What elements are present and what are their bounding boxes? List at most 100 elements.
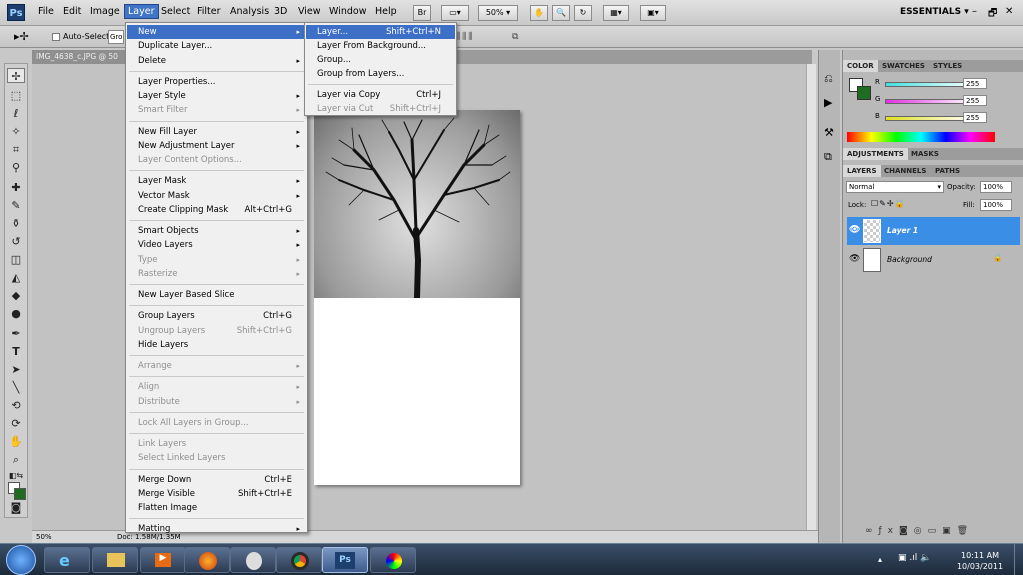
firefox-icon[interactable] xyxy=(184,547,230,573)
hand-tool-icon[interactable]: ✋ xyxy=(530,5,548,21)
crop-tool-icon[interactable]: ⌗ xyxy=(7,142,25,157)
menu-analysis[interactable]: Analysis xyxy=(230,6,269,17)
layer-menu-item-smart-filter[interactable]: Smart Filter ▸ xyxy=(127,103,306,117)
b-value[interactable]: 255 xyxy=(963,112,987,123)
eye-icon[interactable]: 👁 xyxy=(849,254,860,264)
screen-mode-button[interactable]: ▭▾ xyxy=(441,5,469,21)
new-submenu-item-layer[interactable]: Layer... Shift+Ctrl+N xyxy=(306,25,455,39)
layer-menu-item-video-layers[interactable]: Video Layers ▸ xyxy=(127,238,306,252)
layer-menu-item-layer-content-options[interactable]: Layer Content Options... xyxy=(127,153,306,167)
clone-source-icon[interactable]: ⧉ xyxy=(824,150,832,164)
messenger-icon[interactable] xyxy=(230,547,276,573)
menu-3d[interactable]: 3D xyxy=(274,6,287,17)
menu-window[interactable]: Window xyxy=(329,6,366,17)
layer-menu-item-delete[interactable]: Delete ▸ xyxy=(127,54,306,68)
layer-menu-item-layer-style[interactable]: Layer Style ▸ xyxy=(127,89,306,103)
layer-row-background[interactable]: 👁 Background 🔒 xyxy=(847,246,1020,274)
chrome-icon[interactable] xyxy=(276,547,322,573)
tab-color[interactable]: COLOR xyxy=(843,60,878,72)
tab-paths[interactable]: PATHS xyxy=(931,165,964,177)
history-brush-icon[interactable]: ↺ xyxy=(7,234,25,249)
internet-explorer-icon[interactable]: e xyxy=(44,547,90,573)
blend-mode-dropdown[interactable]: Normal ▾ xyxy=(846,181,944,193)
layer-menu-item-align[interactable]: Align ▸ xyxy=(127,380,306,394)
new-submenu-item-layer-from-background[interactable]: Layer From Background... xyxy=(306,39,455,53)
b-slider[interactable] xyxy=(885,116,975,121)
layer-menu-item-ungroup-layers[interactable]: Ungroup Layers Shift+Ctrl+G xyxy=(127,324,306,338)
rotate-view-icon[interactable]: ↻ xyxy=(574,5,592,21)
menu-help[interactable]: Help xyxy=(375,6,397,17)
layer-menu-item-distribute[interactable]: Distribute ▸ xyxy=(127,395,306,409)
bridge-button[interactable]: Br xyxy=(413,5,431,21)
layer-menu-item-flatten-image[interactable]: Flatten Image xyxy=(127,501,306,515)
document-canvas[interactable] xyxy=(314,110,520,485)
layer-menu-item-select-linked-layers[interactable]: Select Linked Layers xyxy=(127,451,306,465)
fill-field[interactable]: 100% xyxy=(980,199,1012,211)
layer-menu-item-arrange[interactable]: Arrange ▸ xyxy=(127,359,306,373)
status-zoom[interactable]: 50% xyxy=(36,533,52,541)
menu-edit[interactable]: Edit xyxy=(63,6,81,17)
vertical-scrollbar[interactable] xyxy=(806,64,816,530)
tool-presets-icon[interactable]: ⚒ xyxy=(824,126,834,139)
auto-select-dropdown[interactable]: Grou xyxy=(108,30,124,44)
document-tab[interactable]: IMG_4638_c.JPG @ 50 xyxy=(32,50,132,64)
auto-select-checkbox[interactable] xyxy=(52,33,60,41)
media-player-icon[interactable]: ▶ xyxy=(140,547,186,573)
photoshop-taskbar-icon[interactable]: Ps xyxy=(322,547,368,573)
lasso-tool-icon[interactable]: ℓ xyxy=(7,106,25,121)
new-submenu-item-group-from-layers[interactable]: Group from Layers... xyxy=(306,67,455,81)
distribute-icons[interactable]: ⫼⫼⫼ xyxy=(456,32,474,42)
line-tool-icon[interactable]: ╲ xyxy=(7,380,25,395)
zoom-dropdown[interactable]: 50% ▾ xyxy=(478,5,518,21)
layer-menu-item-lock-all-layers-in-group[interactable]: Lock All Layers in Group... xyxy=(127,416,306,430)
new-submenu-item-layer-via-cut[interactable]: Layer via Cut Shift+Ctrl+J xyxy=(306,102,455,116)
actions-panel-icon[interactable]: ▶ xyxy=(824,96,832,109)
minimize-icon[interactable]: – xyxy=(972,6,977,17)
layer-menu-item-duplicate-layer[interactable]: Duplicate Layer... xyxy=(127,39,306,53)
eyedropper-icon[interactable]: ⚲ xyxy=(7,160,25,175)
file-explorer-icon[interactable] xyxy=(92,547,138,573)
layer-menu-item-type[interactable]: Type ▸ xyxy=(127,253,306,267)
restore-icon[interactable]: 🗗 xyxy=(988,6,997,23)
paint-icon[interactable] xyxy=(370,547,416,573)
blur-tool-icon[interactable]: ◆ xyxy=(7,288,25,303)
r-slider[interactable] xyxy=(885,82,975,87)
close-icon[interactable]: ✕ xyxy=(1005,6,1013,17)
layer-menu-item-link-layers[interactable]: Link Layers xyxy=(127,437,306,451)
layer-menu-item-new-fill-layer[interactable]: New Fill Layer ▸ xyxy=(127,125,306,139)
tab-layers[interactable]: LAYERS xyxy=(843,165,881,177)
pen-tool-icon[interactable]: ✒ xyxy=(7,326,25,341)
layer-menu-item-matting[interactable]: Matting ▸ xyxy=(127,522,306,536)
menu-layer[interactable]: Layer xyxy=(124,4,159,19)
path-selection-icon[interactable]: ➤ xyxy=(7,362,25,377)
layer-menu-item-hide-layers[interactable]: Hide Layers xyxy=(127,338,306,352)
photoshop-logo[interactable]: Ps xyxy=(7,4,25,21)
3d-rotate-icon[interactable]: ⟲ xyxy=(7,398,25,413)
opacity-field[interactable]: 100% xyxy=(980,181,1012,193)
layer-menu-item-smart-objects[interactable]: Smart Objects ▸ xyxy=(127,224,306,238)
bg-color-box[interactable] xyxy=(857,86,871,100)
lock-icons[interactable]: ☐✎✢🔒 xyxy=(871,199,906,208)
move-tool-icon[interactable]: ✢ xyxy=(7,68,25,83)
layer-menu-item-merge-visible[interactable]: Merge Visible Shift+Ctrl+E xyxy=(127,487,306,501)
dodge-tool-icon[interactable]: ● xyxy=(7,306,25,321)
default-colors-icon[interactable]: ◧⇆ xyxy=(7,468,25,483)
arrange-documents-button[interactable]: ▦▾ xyxy=(603,5,629,21)
layer-row-layer1[interactable]: 👁 Layer 1 xyxy=(847,217,1020,245)
move-tool-icon[interactable]: ▸✢ xyxy=(14,30,29,43)
workspace-switcher[interactable]: ESSENTIALS ▾ xyxy=(900,7,969,17)
clone-stamp-icon[interactable]: ⚱ xyxy=(7,216,25,231)
magic-wand-icon[interactable]: ✧ xyxy=(7,124,25,139)
layers-panel-footer-icons[interactable]: ∞ƒx◙◎▭▣🗑 xyxy=(865,526,974,536)
color-spectrum-bar[interactable] xyxy=(847,132,995,142)
healing-brush-icon[interactable]: ✚ xyxy=(7,180,25,195)
layer-menu-item-layer-mask[interactable]: Layer Mask ▸ xyxy=(127,174,306,188)
start-button[interactable] xyxy=(6,545,36,575)
tab-adjustments[interactable]: ADJUSTMENTS xyxy=(843,148,908,160)
menu-view[interactable]: View xyxy=(298,6,321,17)
layer-menu-item-new[interactable]: New ▸ xyxy=(127,25,306,39)
tray-expand-icon[interactable]: ▴ xyxy=(878,555,882,564)
screen-mode-dropdown[interactable]: ▣▾ xyxy=(640,5,666,21)
paint-bucket-icon[interactable]: ◭ xyxy=(7,270,25,285)
menu-filter[interactable]: Filter xyxy=(197,6,221,17)
